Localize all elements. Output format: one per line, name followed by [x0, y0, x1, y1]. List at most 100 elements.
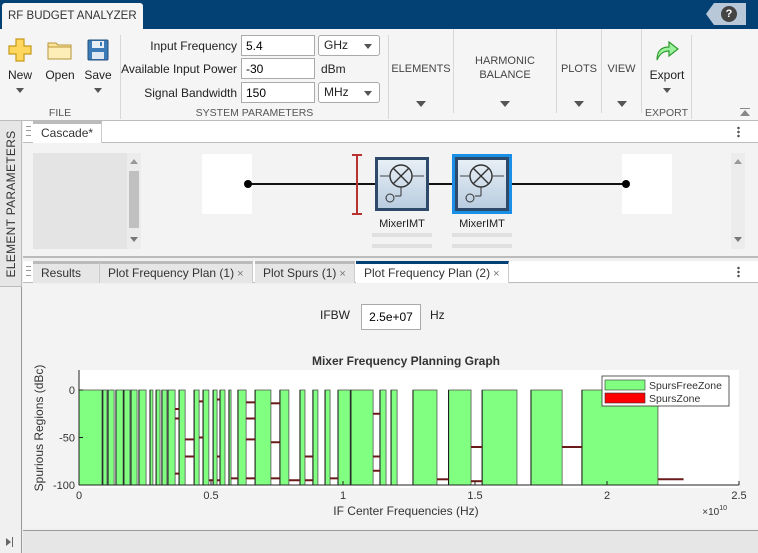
more-options-icon[interactable] [737, 126, 740, 138]
mixer-label: MixerIMT [459, 218, 505, 230]
elements-button[interactable]: ELEMENTS [389, 29, 454, 113]
view-button[interactable]: VIEW [602, 29, 642, 113]
system-parameters-section: Input Frequency GHz Available Input Powe… [121, 35, 389, 119]
y-ticks: 0 -50 -100 [53, 385, 83, 492]
placeholder-bar [372, 244, 432, 248]
title-bar: RF BUDGET ANALYZER ? [0, 0, 758, 29]
mixer-element-2[interactable] [452, 154, 512, 214]
spurs-free-zone-bar [299, 389, 306, 486]
new-button[interactable]: New [2, 35, 38, 93]
spurs-free-zone-bar [130, 389, 138, 486]
toolstrip: New Open Save FILE Input Frequency GHz A… [0, 29, 758, 121]
plot-tab-bar: Results Plot Frequency Plan (1) × Plot Sp… [23, 261, 758, 283]
power-unit-label: dBm [321, 61, 346, 76]
x-tick-label: 0 [76, 490, 82, 502]
close-icon[interactable]: × [237, 268, 243, 280]
plots-button[interactable]: PLOTS [557, 29, 602, 113]
mixer-icon [460, 164, 504, 203]
scroll-down-icon[interactable] [130, 237, 138, 242]
spurs-free-zone-bar [312, 389, 319, 486]
y-tick-label: 0 [69, 385, 75, 397]
collapse-toolstrip-icon[interactable] [740, 108, 750, 116]
ifbw-unit: Hz [430, 308, 445, 322]
output-node [622, 180, 630, 188]
signal-bandwidth-row: Signal Bandwidth MHz [121, 82, 380, 103]
export-section: Export EXPORT [642, 35, 692, 119]
signal-bandwidth-field[interactable] [241, 82, 315, 103]
plot-panel: IFBW Hz Mixer Frequency Planning Graph 0… [23, 284, 758, 528]
spurs-free-zone-bar [254, 389, 272, 486]
scroll-up-icon[interactable] [130, 159, 138, 164]
more-options-icon[interactable] [737, 266, 740, 278]
file-section: New Open Save FILE [0, 35, 121, 119]
y-axis-label: Spurious Regions (dBc) [32, 365, 46, 492]
ifbw-input[interactable] [361, 304, 421, 330]
expand-panel-icon[interactable] [6, 537, 16, 547]
chevron-down-icon [500, 101, 510, 107]
app-tab[interactable]: RF BUDGET ANALYZER [2, 3, 143, 29]
spurs-free-zone-bar [530, 389, 563, 486]
input-frequency-field[interactable] [241, 35, 315, 56]
x-exponent-label: ×1010 [702, 505, 727, 518]
x-tick-label: 0.5 [203, 490, 218, 502]
chevron-down-icon [616, 101, 627, 107]
input-frequency-unit-select[interactable]: GHz [318, 35, 380, 56]
tab-results[interactable]: Results [33, 261, 100, 283]
harmonic-balance-button[interactable]: HARMONIC BALANCE [454, 29, 557, 113]
spurs-free-zone-bar [161, 389, 168, 486]
help-button[interactable]: ? [706, 3, 746, 25]
chart-title: Mixer Frequency Planning Graph [312, 354, 500, 368]
x-tick-label: 1 [340, 490, 346, 502]
spurs-free-zone-bar [448, 389, 472, 486]
spurs-free-zone-bar [324, 389, 331, 486]
available-input-power-field[interactable] [241, 58, 315, 79]
spurs-free-zone-bar [167, 389, 176, 486]
scroll-down-icon[interactable] [734, 237, 742, 242]
chevron-down-icon [663, 88, 671, 93]
y-tick-label: -100 [53, 480, 75, 492]
spurs-free-zone-bar [212, 389, 218, 486]
spurs-free-zone-bar [481, 389, 518, 486]
legend-label-spurs-free-zone: SpursFreeZone [649, 380, 722, 392]
scroll-thumb[interactable] [129, 171, 139, 228]
mixer-element-1[interactable] [375, 157, 429, 211]
close-icon[interactable]: × [339, 268, 345, 280]
input-node [244, 180, 252, 188]
spurs-free-zone-bar [102, 389, 108, 486]
tab-plot-spurs-1[interactable]: Plot Spurs (1) × [255, 261, 355, 283]
x-axis-label: IF Center Frequencies (Hz) [333, 504, 478, 518]
grip-icon [26, 266, 31, 276]
spurs-free-zone-bar [219, 389, 226, 486]
x-tick-label: 2 [604, 490, 610, 502]
spurs-free-zone-bar [337, 389, 351, 486]
status-strip [23, 530, 758, 553]
save-button[interactable]: Save [80, 35, 116, 93]
signal-bandwidth-unit-select[interactable]: MHz [318, 82, 380, 103]
cascade-canvas: MixerIMT MixerIMT [23, 143, 758, 258]
folder-icon [42, 35, 78, 65]
chevron-down-icon [416, 101, 426, 107]
spurs-free-zone-bar [237, 389, 247, 486]
legend-swatch-spurs-free-zone [604, 379, 646, 391]
spurs-free-zone-bar [107, 389, 115, 486]
tab-plot-frequency-plan-1[interactable]: Plot Frequency Plan (1) × [100, 261, 253, 283]
scroll-up-icon[interactable] [734, 159, 742, 164]
export-button[interactable]: Export [648, 35, 686, 93]
library-scrollbar[interactable] [127, 153, 141, 249]
tab-cascade[interactable]: Cascade* [33, 121, 103, 143]
spurs-free-zone-bar [138, 389, 147, 486]
y-tick-label: -50 [59, 433, 75, 445]
close-icon[interactable]: × [493, 268, 499, 280]
spurs-free-zone-bar [193, 389, 200, 486]
spurs-free-zone-bar [202, 389, 210, 486]
chevron-down-icon [574, 101, 584, 107]
input-frequency-row: Input Frequency GHz [121, 35, 380, 56]
canvas-scrollbar[interactable] [731, 153, 745, 249]
tab-plot-frequency-plan-2[interactable]: Plot Frequency Plan (2) × [356, 261, 509, 283]
spurs-free-zone-bar [155, 389, 161, 486]
open-button[interactable]: Open [42, 35, 78, 82]
placeholder-bar [452, 233, 512, 237]
element-parameters-tab[interactable]: ELEMENT PARAMETERS [0, 121, 22, 287]
legend: SpursFreeZone SpursZone [601, 375, 730, 407]
spurs-free-zone-bar [412, 389, 438, 486]
